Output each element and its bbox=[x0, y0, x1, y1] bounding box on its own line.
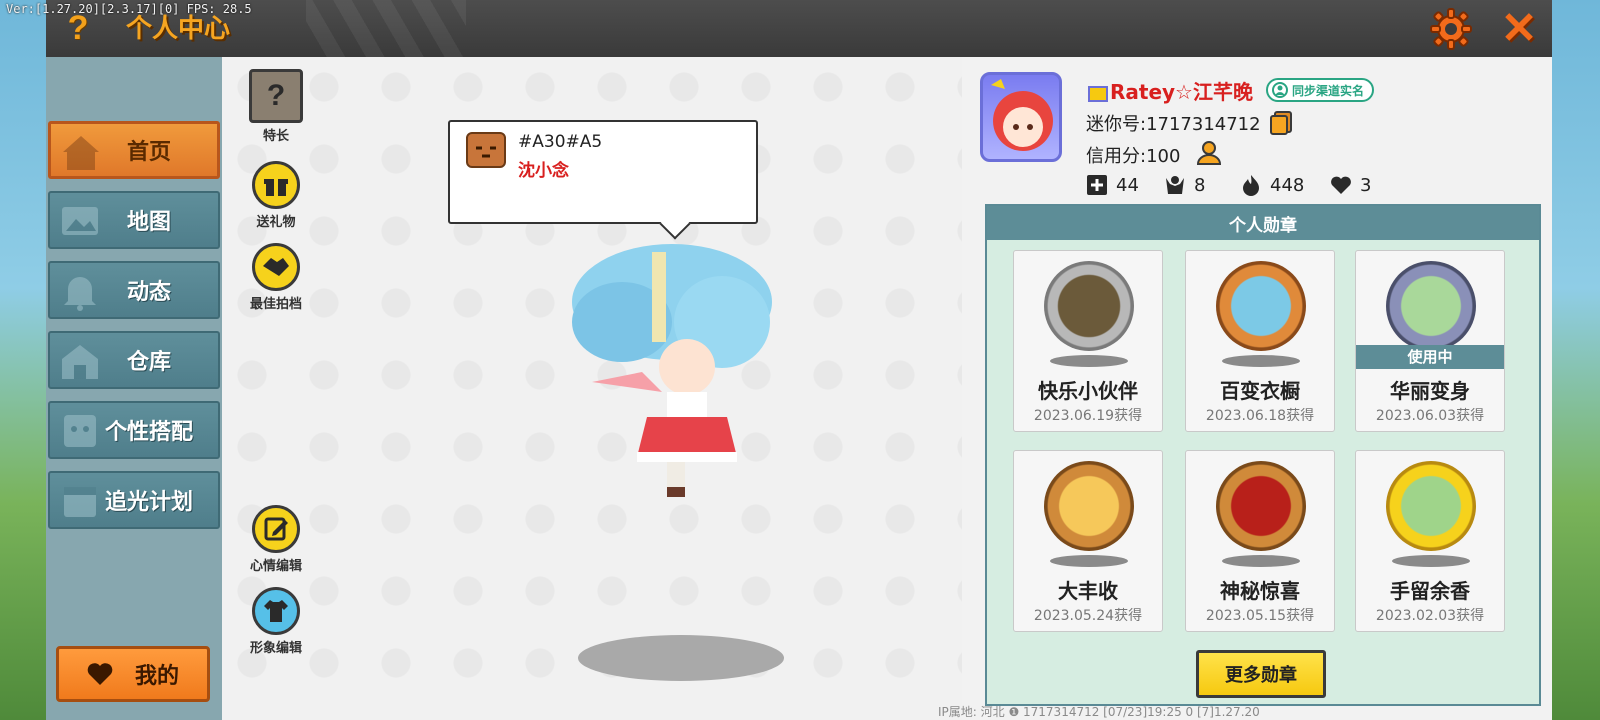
gift-label: 送礼物 bbox=[256, 215, 296, 230]
sidebar-item-label: 仓库 bbox=[126, 350, 171, 375]
character-stage: ? 特长 送礼物 最佳拍档 心情编辑 形象编辑 #A30#A5 沈小念 bbox=[222, 57, 962, 720]
medal-date: 2023.05.24获得 bbox=[1033, 608, 1143, 624]
sidebar-item-label: 个性搭配 bbox=[104, 420, 193, 445]
medal-harvest-icon bbox=[1044, 461, 1134, 551]
appearance-label: 形象编辑 bbox=[249, 641, 302, 656]
medal-happy-partner-icon bbox=[1044, 261, 1134, 351]
medal-fragrance-icon bbox=[1386, 461, 1476, 551]
in-use-badge: 使用中 bbox=[1356, 345, 1504, 369]
stat-fire[interactable]: 448 bbox=[1240, 174, 1304, 196]
player-id: 迷你号:1717314712 bbox=[1086, 114, 1261, 135]
medal-name: 大丰收 bbox=[1058, 579, 1118, 603]
avatar-portrait bbox=[991, 79, 1053, 151]
medal-date: 2023.06.19获得 bbox=[1033, 408, 1143, 424]
medal-name: 华丽变身 bbox=[1390, 379, 1470, 403]
sidebar-item-map[interactable]: 地图 bbox=[48, 191, 220, 249]
version-text: Ver:[1.27.20][2.3.17][0] FPS: 28.5 bbox=[6, 2, 252, 16]
medal-name: 神秘惊喜 bbox=[1220, 579, 1300, 603]
mine-button[interactable]: 我的 bbox=[56, 646, 210, 702]
settings-button[interactable] bbox=[1426, 4, 1476, 54]
sidebar-item-label: 地图 bbox=[126, 210, 171, 235]
bubble-name: 沈小念 bbox=[518, 161, 569, 181]
partner-label: 最佳拍档 bbox=[249, 297, 302, 312]
fans-icon bbox=[1166, 176, 1184, 194]
sidebar-item-warehouse[interactable]: 仓库 bbox=[48, 331, 220, 389]
close-button[interactable]: ✕ bbox=[1494, 4, 1544, 54]
best-partner-button[interactable]: 最佳拍档 bbox=[236, 243, 316, 312]
sidebar-item-label: 追光计划 bbox=[104, 490, 193, 515]
copy-icon[interactable] bbox=[1268, 110, 1294, 136]
character-model[interactable] bbox=[552, 232, 812, 502]
personal-center-window: ? 个人中心 ✕ 首页 地图 动态 仓库 个性搭配 追光计划 我的 ? 特长 送… bbox=[46, 0, 1552, 720]
heart-icon bbox=[87, 663, 113, 685]
mail-icon bbox=[1088, 85, 1108, 102]
sidebar-item-label: 首页 bbox=[126, 140, 171, 165]
credit-score: 信用分:100 bbox=[1086, 146, 1181, 167]
medal-date: 2023.05.15获得 bbox=[1205, 608, 1315, 624]
sidebar-item-label: 动态 bbox=[126, 280, 171, 305]
medal-card[interactable]: 手留余香 2023.02.03获得 bbox=[1355, 450, 1505, 632]
profile-avatar[interactable] bbox=[980, 72, 1062, 162]
mood-edit-button[interactable]: 心情编辑 bbox=[236, 505, 316, 574]
sidebar-item-home[interactable]: 首页 bbox=[48, 121, 220, 179]
more-medals-button[interactable]: 更多勋章 bbox=[1196, 650, 1326, 698]
sidebar: 首页 地图 动态 仓库 个性搭配 追光计划 我的 bbox=[46, 57, 222, 720]
topbar-decoration bbox=[306, 0, 466, 57]
medal-card[interactable]: 快乐小伙伴 2023.06.19获得 bbox=[1013, 250, 1163, 432]
stat-hearts[interactable]: 3 bbox=[1330, 174, 1371, 196]
medal-name: 快乐小伙伴 bbox=[1038, 379, 1138, 403]
appearance-edit-button[interactable]: 形象编辑 bbox=[236, 587, 316, 656]
sidebar-item-chase-light[interactable]: 追光计划 bbox=[48, 471, 220, 529]
player-name: Ratey☆江芊晚 bbox=[1088, 76, 1253, 105]
verify-badge[interactable]: 同步渠道实名 bbox=[1266, 78, 1375, 102]
stat-fans[interactable]: 8 bbox=[1164, 174, 1205, 196]
medal-card[interactable]: 百变衣橱 2023.06.18获得 bbox=[1185, 250, 1335, 432]
medal-pedestal bbox=[1050, 555, 1128, 567]
close-icon: ✕ bbox=[1500, 4, 1538, 53]
top-bar: ? 个人中心 ✕ bbox=[46, 0, 1552, 57]
medal-date: 2023.06.18获得 bbox=[1205, 408, 1315, 424]
medal-pedestal bbox=[1222, 355, 1300, 367]
mood-label: 心情编辑 bbox=[249, 559, 302, 574]
talent-button[interactable]: ? 特长 bbox=[236, 69, 316, 144]
block-face-icon bbox=[466, 132, 506, 168]
medal-pedestal bbox=[1050, 355, 1128, 367]
mine-label: 我的 bbox=[134, 664, 179, 689]
gift-icon bbox=[252, 161, 300, 209]
medal-date: 2023.02.03获得 bbox=[1375, 608, 1485, 624]
medal-card[interactable]: 使用中 华丽变身 2023.06.03获得 bbox=[1355, 250, 1505, 432]
send-gift-button[interactable]: 送礼物 bbox=[236, 161, 316, 230]
bubble-code: #A30#A5 bbox=[518, 132, 603, 152]
medal-card[interactable]: 大丰收 2023.05.24获得 bbox=[1013, 450, 1163, 632]
stage-shadow bbox=[578, 635, 784, 681]
gear-icon bbox=[1430, 8, 1472, 50]
edit-icon bbox=[252, 505, 300, 553]
credit-user-icon[interactable] bbox=[1196, 140, 1222, 166]
talent-label: 特长 bbox=[262, 129, 289, 144]
stat-plus[interactable]: 44 bbox=[1086, 174, 1139, 196]
plus-box-icon bbox=[1087, 175, 1107, 195]
medal-name: 百变衣橱 bbox=[1220, 379, 1300, 403]
sidebar-item-outfit[interactable]: 个性搭配 bbox=[48, 401, 220, 459]
medal-panel-header: 个人勋章 bbox=[987, 206, 1539, 240]
speech-bubble: #A30#A5 沈小念 bbox=[448, 120, 758, 224]
hearts-icon bbox=[1331, 176, 1351, 194]
medal-pedestal bbox=[1222, 555, 1300, 567]
shirt-icon bbox=[252, 587, 300, 635]
medal-date: 2023.06.03获得 bbox=[1375, 408, 1485, 424]
medal-surprise-icon bbox=[1216, 461, 1306, 551]
medal-transform-icon bbox=[1386, 261, 1476, 351]
sidebar-item-feed[interactable]: 动态 bbox=[48, 261, 220, 319]
user-check-icon bbox=[1272, 82, 1288, 98]
question-block-icon: ? bbox=[249, 69, 303, 123]
medal-panel: 个人勋章 快乐小伙伴 2023.06.19获得 百变衣橱 2023.06.18获… bbox=[985, 204, 1541, 706]
medal-name: 手留余香 bbox=[1390, 579, 1470, 603]
medal-pedestal bbox=[1392, 555, 1470, 567]
handshake-icon bbox=[252, 243, 300, 291]
medal-card[interactable]: 神秘惊喜 2023.05.15获得 bbox=[1185, 450, 1335, 632]
fire-icon bbox=[1243, 175, 1259, 196]
medal-wardrobe-icon bbox=[1216, 261, 1306, 351]
